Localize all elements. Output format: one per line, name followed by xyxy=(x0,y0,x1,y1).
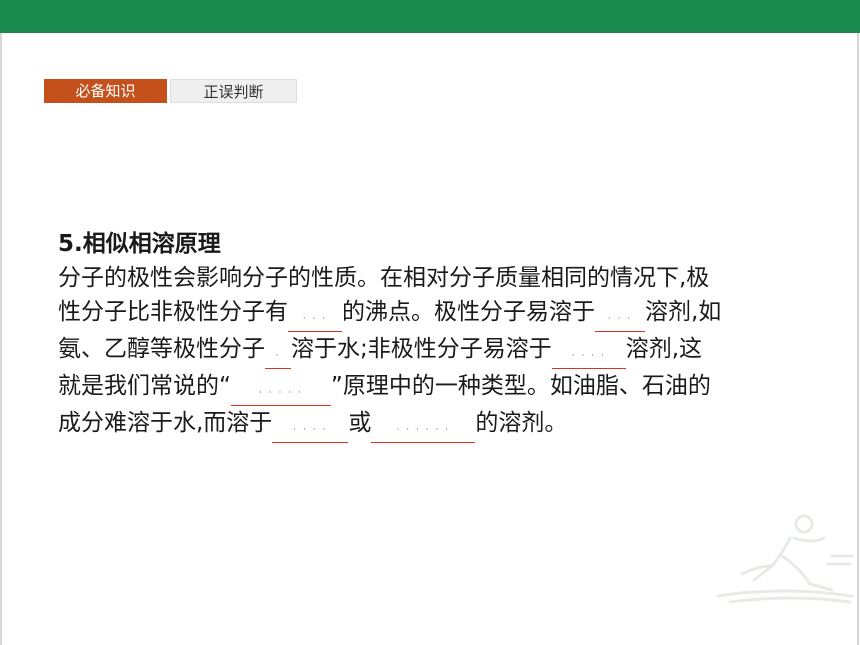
text-segment: 就是我们常说的“ xyxy=(58,373,231,399)
text-segment: 成分难溶于水,而溶于 xyxy=(58,410,273,436)
tab-essential-knowledge[interactable]: 必备知识 xyxy=(44,79,167,103)
fill-in-blank[interactable]: · · · xyxy=(595,307,645,332)
fill-in-blank[interactable]: · xyxy=(265,344,291,369)
text-segment: 的溶剂。 xyxy=(475,410,568,436)
fill-in-blank[interactable]: · · · · xyxy=(272,418,349,443)
text-segment: 溶剂,如 xyxy=(645,299,722,325)
fill-in-blank[interactable]: · · · · · xyxy=(230,381,331,406)
tab-true-false-judgment[interactable]: 正误判断 xyxy=(170,79,297,103)
text-segment: 氨、乙醇等极性分子 xyxy=(58,336,265,362)
tab-bar: 必备知识 正误判断 xyxy=(44,79,297,103)
content-area: 5.相似相溶原理 分子的极性会影响分子的性质。在相对分子质量相同的情况下,极 性… xyxy=(58,227,808,443)
fill-in-blank[interactable]: · · · xyxy=(288,307,342,332)
fill-in-blank[interactable]: · · · · xyxy=(551,344,626,369)
text-line: 氨、乙醇等极性分子 · 溶于水;非极性分子易溶于 · · · · 溶剂,这 xyxy=(58,332,808,369)
text-segment: 溶剂,这 xyxy=(625,336,703,362)
left-border-line xyxy=(0,33,2,645)
text-segment: ”原理中的一种类型。如油脂、石油的 xyxy=(330,373,711,399)
text-line: 就是我们常说的“ · · · · · ”原理中的一种类型。如油脂、石油的 xyxy=(58,369,808,406)
text-line: 性分子比非极性分子有 · · · 的沸点。极性分子易溶于 · · · 溶剂,如 xyxy=(58,295,808,332)
text-line: 分子的极性会影响分子的性质。在相对分子质量相同的情况下,极 xyxy=(58,261,808,295)
text-segment: 分子的极性会影响分子的性质。在相对分子质量相同的情况下,极 xyxy=(58,265,710,291)
right-border-line xyxy=(857,33,859,645)
fill-in-blank[interactable]: · · · · · · xyxy=(371,418,476,443)
section-heading: 5.相似相溶原理 xyxy=(58,231,221,257)
text-line: 成分难溶于水,而溶于 · · · · 或 · · · · · · 的溶剂。 xyxy=(58,406,808,443)
top-banner xyxy=(0,0,860,33)
text-segment: 溶于水;非极性分子易溶于 xyxy=(291,336,552,362)
text-segment: 或 xyxy=(348,410,372,436)
text-segment: 的沸点。极性分子易溶于 xyxy=(342,299,595,325)
text-segment: 性分子比非极性分子有 xyxy=(58,299,288,325)
runner-watermark-icon xyxy=(716,514,854,604)
